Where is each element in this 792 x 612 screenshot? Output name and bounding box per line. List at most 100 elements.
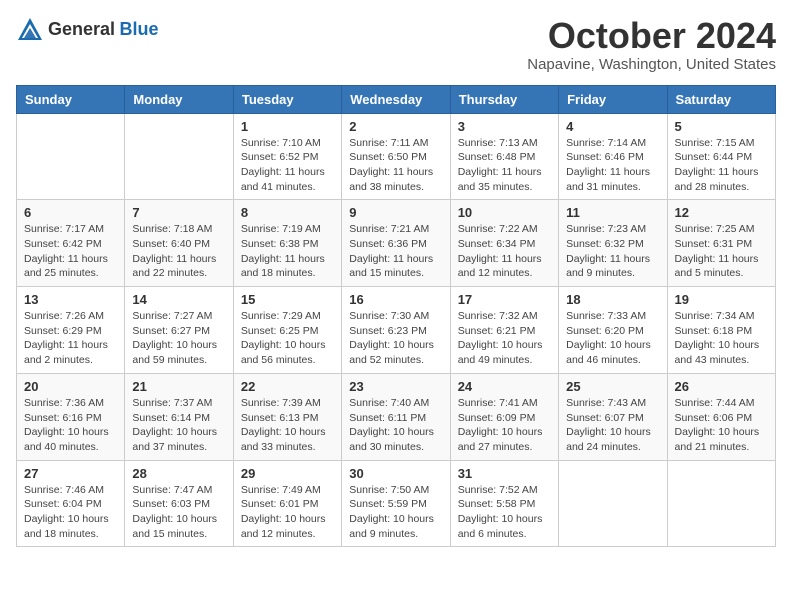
day-number: 17	[458, 292, 551, 307]
day-number: 19	[675, 292, 768, 307]
logo-icon	[16, 16, 44, 44]
day-info: Sunrise: 7:10 AMSunset: 6:52 PMDaylight:…	[241, 136, 334, 195]
day-number: 2	[349, 119, 442, 134]
week-row-5: 27Sunrise: 7:46 AMSunset: 6:04 PMDayligh…	[17, 460, 776, 547]
day-info: Sunrise: 7:34 AMSunset: 6:18 PMDaylight:…	[675, 309, 768, 368]
day-number: 11	[566, 205, 659, 220]
day-info: Sunrise: 7:19 AMSunset: 6:38 PMDaylight:…	[241, 222, 334, 281]
day-number: 27	[24, 466, 117, 481]
week-row-1: 1 Sunrise: 7:10 AMSunset: 6:52 PMDaylight…	[17, 113, 776, 200]
day-info: Sunrise: 7:29 AMSunset: 6:25 PMDaylight:…	[241, 309, 334, 368]
calendar-cell: 3 Sunrise: 7:13 AMSunset: 6:48 PMDaylight…	[450, 113, 558, 200]
month-title: October 2024	[527, 16, 776, 56]
col-monday: Monday	[125, 85, 233, 113]
day-number: 14	[132, 292, 225, 307]
day-info: Sunrise: 7:33 AMSunset: 6:20 PMDaylight:…	[566, 309, 659, 368]
day-info: Sunrise: 7:23 AMSunset: 6:32 PMDaylight:…	[566, 222, 659, 281]
day-info: Sunrise: 7:37 AMSunset: 6:14 PMDaylight:…	[132, 396, 225, 455]
calendar-cell: 4 Sunrise: 7:14 AMSunset: 6:46 PMDaylight…	[559, 113, 667, 200]
day-number: 31	[458, 466, 551, 481]
day-number: 25	[566, 379, 659, 394]
week-row-4: 20 Sunrise: 7:36 AMSunset: 6:16 PMDayligh…	[17, 373, 776, 460]
day-number: 8	[241, 205, 334, 220]
day-number: 1	[241, 119, 334, 134]
day-number: 21	[132, 379, 225, 394]
day-number: 18	[566, 292, 659, 307]
calendar-cell: 20 Sunrise: 7:36 AMSunset: 6:16 PMDayligh…	[17, 373, 125, 460]
calendar-cell: 30Sunrise: 7:50 AMSunset: 5:59 PMDayligh…	[342, 460, 450, 547]
day-number: 20	[24, 379, 117, 394]
col-friday: Friday	[559, 85, 667, 113]
calendar-cell: 17 Sunrise: 7:32 AMSunset: 6:21 PMDayligh…	[450, 287, 558, 374]
calendar-cell: 5 Sunrise: 7:15 AMSunset: 6:44 PMDaylight…	[667, 113, 775, 200]
day-number: 16	[349, 292, 442, 307]
calendar-cell: 13 Sunrise: 7:26 AMSunset: 6:29 PMDayligh…	[17, 287, 125, 374]
calendar-cell: 18 Sunrise: 7:33 AMSunset: 6:20 PMDayligh…	[559, 287, 667, 374]
day-number: 26	[675, 379, 768, 394]
calendar-header-row: Sunday Monday Tuesday Wednesday Thursday…	[17, 85, 776, 113]
calendar-cell	[17, 113, 125, 200]
calendar-cell: 9Sunrise: 7:21 AMSunset: 6:36 PMDaylight…	[342, 200, 450, 287]
calendar-cell: 10Sunrise: 7:22 AMSunset: 6:34 PMDayligh…	[450, 200, 558, 287]
page-header: General Blue October 2024 Napavine, Wash…	[16, 16, 776, 73]
calendar-cell: 29 Sunrise: 7:49 AMSunset: 6:01 PMDayligh…	[233, 460, 341, 547]
location-subtitle: Napavine, Washington, United States	[527, 56, 776, 73]
calendar-cell: 7Sunrise: 7:18 AMSunset: 6:40 PMDaylight…	[125, 200, 233, 287]
day-number: 15	[241, 292, 334, 307]
calendar-cell: 2 Sunrise: 7:11 AMSunset: 6:50 PMDaylight…	[342, 113, 450, 200]
calendar-cell: 26 Sunrise: 7:44 AMSunset: 6:06 PMDayligh…	[667, 373, 775, 460]
calendar-cell: 8 Sunrise: 7:19 AMSunset: 6:38 PMDaylight…	[233, 200, 341, 287]
day-number: 4	[566, 119, 659, 134]
calendar-cell: 22Sunrise: 7:39 AMSunset: 6:13 PMDayligh…	[233, 373, 341, 460]
day-number: 10	[458, 205, 551, 220]
day-info: Sunrise: 7:27 AMSunset: 6:27 PMDaylight:…	[132, 309, 225, 368]
day-info: Sunrise: 7:49 AMSunset: 6:01 PMDaylight:…	[241, 483, 334, 542]
calendar-cell: 11 Sunrise: 7:23 AMSunset: 6:32 PMDayligh…	[559, 200, 667, 287]
day-number: 6	[24, 205, 117, 220]
calendar-cell: 19 Sunrise: 7:34 AMSunset: 6:18 PMDayligh…	[667, 287, 775, 374]
day-number: 24	[458, 379, 551, 394]
calendar-cell: 25 Sunrise: 7:43 AMSunset: 6:07 PMDayligh…	[559, 373, 667, 460]
day-info: Sunrise: 7:40 AMSunset: 6:11 PMDaylight:…	[349, 396, 442, 455]
day-number: 23	[349, 379, 442, 394]
calendar-cell: 1 Sunrise: 7:10 AMSunset: 6:52 PMDaylight…	[233, 113, 341, 200]
day-info: Sunrise: 7:14 AMSunset: 6:46 PMDaylight:…	[566, 136, 659, 195]
day-number: 29	[241, 466, 334, 481]
day-info: Sunrise: 7:47 AMSunset: 6:03 PMDaylight:…	[132, 483, 225, 542]
col-thursday: Thursday	[450, 85, 558, 113]
day-info: Sunrise: 7:11 AMSunset: 6:50 PMDaylight:…	[349, 136, 442, 195]
day-number: 12	[675, 205, 768, 220]
calendar-cell: 14 Sunrise: 7:27 AMSunset: 6:27 PMDayligh…	[125, 287, 233, 374]
week-row-3: 13 Sunrise: 7:26 AMSunset: 6:29 PMDayligh…	[17, 287, 776, 374]
calendar-cell: 27Sunrise: 7:46 AMSunset: 6:04 PMDayligh…	[17, 460, 125, 547]
col-saturday: Saturday	[667, 85, 775, 113]
day-info: Sunrise: 7:36 AMSunset: 6:16 PMDaylight:…	[24, 396, 117, 455]
day-info: Sunrise: 7:25 AMSunset: 6:31 PMDaylight:…	[675, 222, 768, 281]
calendar-cell: 16Sunrise: 7:30 AMSunset: 6:23 PMDayligh…	[342, 287, 450, 374]
day-info: Sunrise: 7:44 AMSunset: 6:06 PMDaylight:…	[675, 396, 768, 455]
day-info: Sunrise: 7:26 AMSunset: 6:29 PMDaylight:…	[24, 309, 117, 368]
calendar-cell: 28 Sunrise: 7:47 AMSunset: 6:03 PMDayligh…	[125, 460, 233, 547]
day-info: Sunrise: 7:13 AMSunset: 6:48 PMDaylight:…	[458, 136, 551, 195]
calendar-cell: 24Sunrise: 7:41 AMSunset: 6:09 PMDayligh…	[450, 373, 558, 460]
calendar-cell: 15 Sunrise: 7:29 AMSunset: 6:25 PMDayligh…	[233, 287, 341, 374]
week-row-2: 6 Sunrise: 7:17 AMSunset: 6:42 PMDaylight…	[17, 200, 776, 287]
day-info: Sunrise: 7:17 AMSunset: 6:42 PMDaylight:…	[24, 222, 117, 281]
day-number: 9	[349, 205, 442, 220]
logo: General Blue	[16, 16, 159, 44]
day-info: Sunrise: 7:15 AMSunset: 6:44 PMDaylight:…	[675, 136, 768, 195]
day-number: 28	[132, 466, 225, 481]
logo-text: General Blue	[48, 20, 159, 40]
calendar-cell: 23 Sunrise: 7:40 AMSunset: 6:11 PMDayligh…	[342, 373, 450, 460]
day-info: Sunrise: 7:43 AMSunset: 6:07 PMDaylight:…	[566, 396, 659, 455]
day-number: 3	[458, 119, 551, 134]
calendar-cell: 31Sunrise: 7:52 AMSunset: 5:58 PMDayligh…	[450, 460, 558, 547]
title-block: October 2024 Napavine, Washington, Unite…	[527, 16, 776, 73]
day-info: Sunrise: 7:32 AMSunset: 6:21 PMDaylight:…	[458, 309, 551, 368]
col-sunday: Sunday	[17, 85, 125, 113]
calendar-cell: 21 Sunrise: 7:37 AMSunset: 6:14 PMDayligh…	[125, 373, 233, 460]
day-number: 13	[24, 292, 117, 307]
day-number: 30	[349, 466, 442, 481]
calendar-table: Sunday Monday Tuesday Wednesday Thursday…	[16, 85, 776, 548]
day-number: 5	[675, 119, 768, 134]
